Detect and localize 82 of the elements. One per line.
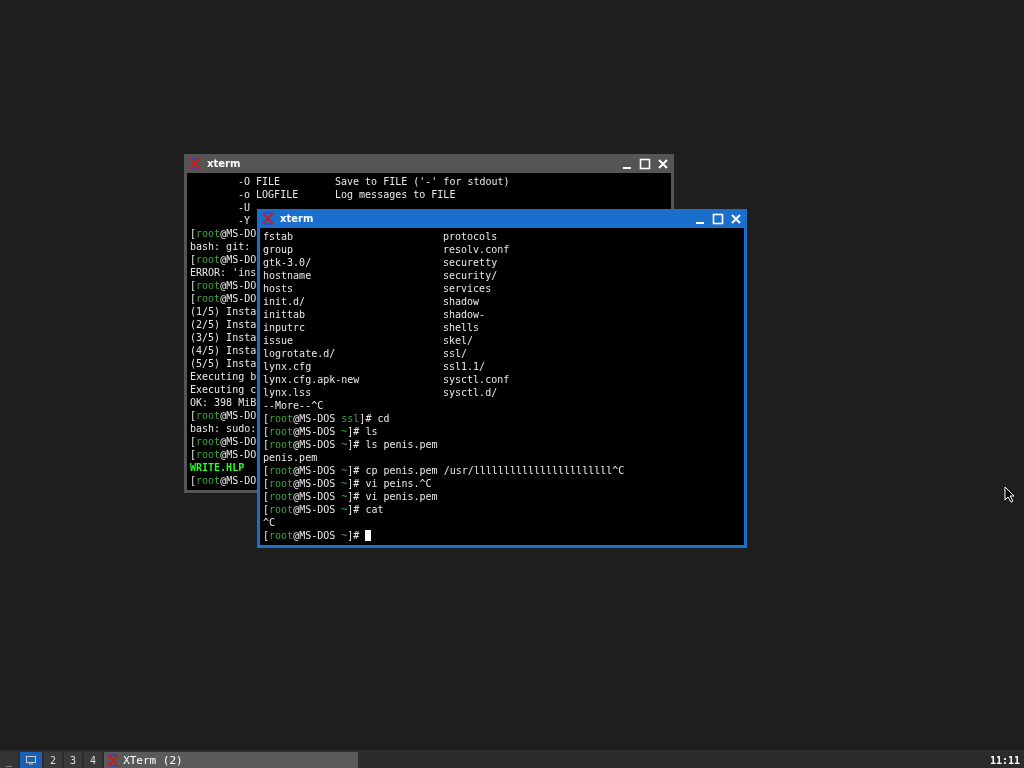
workspace-button[interactable]: 4	[84, 752, 103, 768]
file-name: sysctl.conf	[443, 373, 510, 386]
file-name: hosts	[263, 282, 294, 295]
monitor-icon	[26, 755, 37, 765]
file-name: ssl/	[443, 347, 468, 360]
terminal-line: [root@MS-DO	[190, 254, 257, 265]
close-icon[interactable]	[730, 212, 742, 225]
option-flag-label: -Y	[238, 214, 251, 227]
terminal-line: WRITE.HLP	[190, 462, 245, 473]
maximize-icon[interactable]	[639, 157, 651, 170]
terminal-line: bash: git:	[190, 241, 251, 252]
file-name: security/	[443, 269, 498, 282]
terminal-line: [root@MS-DOS ~]# vi penis.pem	[263, 491, 438, 502]
terminal-line: (4/5) Insta	[190, 345, 257, 356]
file-name: gtk-3.0/	[263, 256, 312, 269]
terminal-line: (2/5) Insta	[190, 319, 257, 330]
terminal-line: [root@MS-DOS ~]# ls penis.pem	[263, 439, 438, 450]
file-name: inputrc	[263, 321, 306, 334]
file-name: hostname	[263, 269, 312, 282]
text-cursor	[365, 530, 372, 541]
file-name: skel/	[443, 334, 474, 347]
option-flag-label: -o LOGFILE	[238, 188, 299, 201]
file-name: lynx.cfg	[263, 360, 312, 373]
workspace-button[interactable]: 2	[44, 752, 63, 768]
workspace-button[interactable]: 3	[64, 752, 83, 768]
file-name: init.d/	[263, 295, 306, 308]
file-name: group	[263, 243, 294, 256]
terminal-line: (1/5) Insta	[190, 306, 257, 317]
terminal-line: [root@MS-DOS ~]# vi peins.^C	[263, 478, 432, 489]
terminal-line: [root@MS-DOS ~]#	[263, 530, 361, 541]
file-name: services	[443, 282, 492, 295]
terminal-line: [root@MS-DO	[190, 410, 257, 421]
file-name: securetty	[443, 256, 498, 269]
x-logo-icon	[107, 753, 120, 767]
terminal-line: ^C	[263, 517, 276, 528]
option-flag-label: -O FILE	[238, 175, 281, 188]
terminal-line: OK: 398 MiB	[190, 397, 257, 408]
terminal-line: [root@MS-DOS ~]# cp penis.pem /usr/lllllllllllllllllllllll^C	[263, 465, 625, 476]
file-name: lynx.lss	[263, 386, 312, 399]
file-name: issue	[263, 334, 294, 347]
close-icon[interactable]	[657, 157, 669, 170]
window-title: xterm	[280, 213, 315, 224]
file-name: inittab	[263, 308, 306, 321]
terminal-line: [root@MS-DO	[190, 280, 257, 291]
file-name: sysctl.d/	[443, 386, 498, 399]
terminal-line: [root@MS-DO	[190, 449, 257, 460]
terminal-line: [root@MS-DOS ~]# cat	[263, 504, 384, 515]
terminal-line: [root@MS-DO	[190, 293, 257, 304]
x-logo-icon	[262, 212, 274, 225]
workspace-button[interactable]	[20, 752, 43, 768]
option-description: Save to FILE ('-' for stdout)	[335, 175, 510, 188]
option-flag-label: -U	[238, 201, 251, 214]
terminal-line: (5/5) Insta	[190, 358, 257, 369]
file-name: lynx.cfg.apk-new	[263, 373, 360, 386]
window-title: xterm	[207, 158, 242, 169]
terminal-line: [root@MS-DOS ~]# ls	[263, 426, 378, 437]
file-name: logrotate.d/	[263, 347, 336, 360]
terminal-line: [root@MS-DO	[190, 228, 257, 239]
clock: 11:11	[988, 754, 1021, 766]
file-name: resolv.conf	[443, 243, 510, 256]
terminal-line: bash: sudo:	[190, 423, 257, 434]
terminal-line: [root@MS-DO	[190, 436, 257, 447]
terminal-line: Executing c	[190, 384, 257, 395]
file-name: shells	[443, 321, 480, 334]
terminal-line: ERROR: 'ins	[190, 267, 257, 278]
terminal-line: --More--^C	[263, 400, 324, 411]
file-name: shadow-	[443, 308, 486, 321]
file-name: shadow	[443, 295, 480, 308]
menu-button[interactable]: _	[0, 752, 19, 768]
terminal-line: [root@MS-DOS ssl]# cd	[263, 413, 390, 424]
mouse-pointer-icon	[1004, 486, 1015, 503]
file-name: protocols	[443, 230, 498, 243]
option-description: Log messages to FILE	[335, 188, 456, 201]
file-name: fstab	[263, 230, 294, 243]
x-logo-icon	[189, 157, 201, 170]
maximize-icon[interactable]	[712, 212, 724, 225]
terminal-line: penis.pem	[263, 452, 318, 463]
taskbar-window-button[interactable]: XTerm (2)	[104, 752, 359, 768]
terminal-line: (3/5) Insta	[190, 332, 257, 343]
terminal-line: [root@MS-DO	[190, 475, 257, 486]
file-name: ssl1.1/	[443, 360, 486, 373]
terminal-line: Executing b	[190, 371, 257, 382]
